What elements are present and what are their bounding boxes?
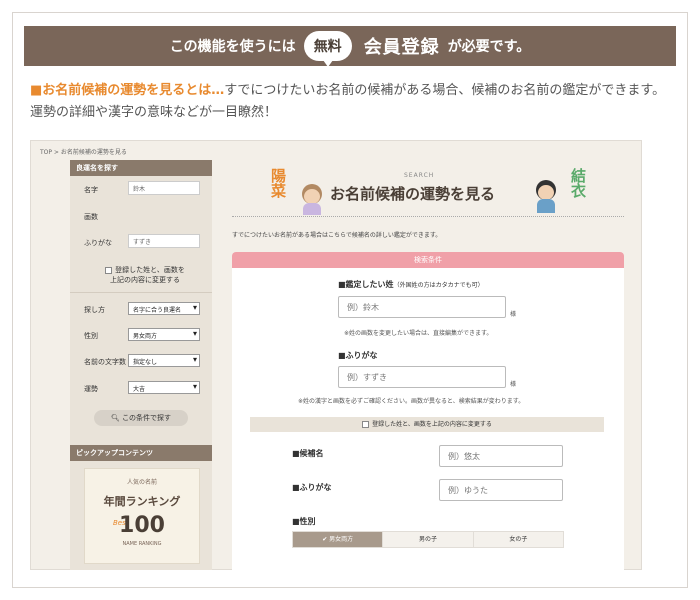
banner-pre-text: この機能を使うには [169,39,296,55]
ranking-number: 100 [119,513,165,538]
page-description: すでにつけたいお名前がある場合はこちらで候補名の詳しい鑑定ができます。 [232,232,442,239]
banner-main-text: 会員登録 [363,37,440,58]
strokes-label: 画数 [84,213,98,221]
sama-suffix: 様 [510,311,517,318]
free-badge: 無料 [303,31,352,67]
select-label-length: 名前の文字数 [84,358,126,366]
candidate-furigana-input[interactable]: 例）ゆうた [439,479,563,501]
gender-selector: ✔ 男女両方 男の子 女の子 [292,531,564,548]
search-panel-heading: 検索条件 [232,252,624,268]
surname-field-label: ■鑑定したい姓（外国姓の方はカタカナでも可） [338,279,484,290]
gender-option-girl[interactable]: 女の子 [473,532,563,547]
banner-post-text: が必要です。 [447,39,531,55]
illustration-boy-body [537,199,555,213]
sidebar-update-checkbox[interactable]: 登録した姓と、画数を 上記の内容に変更する [90,265,200,285]
search-subtitle: SEARCH [404,172,435,179]
surname-field-label-text: ■鑑定したい姓 [338,280,394,289]
intro-highlight: ■お名前候補の運勢を見るとは… [30,83,225,98]
select-label-method: 探し方 [84,306,105,314]
update-surname-checkbox[interactable]: 登録した姓と、画数を上記の内容に変更する [250,417,604,432]
search-button-label: この条件で探す [122,414,172,422]
update-surname-label: 登録した姓と、画数を上記の内容に変更する [372,421,492,428]
surname-field-label-note: （外国姓の方はカタカナでも可） [393,282,484,289]
sidebar-surname-input[interactable]: 鈴木 [128,181,200,195]
surname-note-text: ※姓の画数を変更したい場合は、直接編集ができます。 [344,330,493,337]
surname-input[interactable]: 例）鈴木 [338,296,506,318]
checkbox-box[interactable] [362,421,370,428]
decoration-right-kanji: 結衣 [569,168,587,198]
surname-note: ※姓の画数を変更したい場合は、直接編集ができます。 [344,328,492,337]
intro-paragraph: ■お名前候補の運勢を見るとは…すでにつけたいお名前の候補がある場合、候補のお名前… [30,80,678,124]
sama-suffix-2: 様 [510,381,517,388]
gender-label: ■性別 [292,517,316,526]
candidate-input[interactable]: 例）悠太 [439,445,563,467]
select-label-fortune: 運勢 [84,385,98,393]
select-length[interactable]: 指定なし [128,354,200,367]
breadcrumb[interactable]: TOP > お名前候補の運勢を見る [40,147,127,156]
select-label-gender: 性別 [84,332,98,340]
select-gender[interactable]: 男女両方 [128,328,200,341]
ranking-subtitle: NAME RANKING [122,541,162,547]
surname-label: 名字 [84,186,98,194]
title-divider [232,216,624,217]
illustration-girl-face [304,189,320,204]
decoration-left-kanji: 陽菜 [269,168,287,198]
gender-option-boy[interactable]: 男の子 [383,532,474,547]
gender-option-both[interactable]: ✔ 男女両方 [293,532,384,547]
checkbox-box[interactable] [105,266,113,274]
ranking-top-text: 人気の名前 [126,479,157,486]
sidebar-heading: 良運名を探す [70,160,212,176]
candidate-label: ■候補名 [292,449,324,458]
furigana-input[interactable]: 例）すずき [338,366,506,388]
select-method[interactable]: 名字に合う良運名 [128,302,200,315]
furigana-field-label: ■ふりがな [338,351,378,360]
ranking-banner[interactable]: 人気の名前 年間ランキング Best 100 NAME RANKING [84,468,200,564]
illustration-boy-face [538,185,554,200]
pickup-heading: ピックアップコンテンツ [70,445,212,461]
select-fortune[interactable]: 大吉 [128,381,200,394]
furigana-label: ふりがな [84,239,112,247]
checkbox-label-line-1: 登録した姓と、画数を [115,266,185,274]
membership-banner: この機能を使うには 無料 会員登録 が必要です。 [24,26,676,67]
candidate-furigana-label: ■ふりがな [292,483,332,492]
kanji-note: ※姓の漢字と画数を必ずご確認ください。画数が異なると、検索結果が変わります。 [298,398,525,405]
page-title: お名前候補の運勢を見る [330,185,496,203]
search-icon: 🔍︎ [110,414,120,422]
sidebar-divider [70,292,212,293]
ranking-title: 年間ランキング [103,495,181,508]
checkbox-label-line-2: 上記の内容に変更する [110,276,180,284]
illustration-girl-body [303,203,321,215]
sidebar-furigana-input[interactable]: すずき [128,234,200,248]
sidebar-search-button[interactable]: 🔍︎ この条件で探す [94,410,188,426]
